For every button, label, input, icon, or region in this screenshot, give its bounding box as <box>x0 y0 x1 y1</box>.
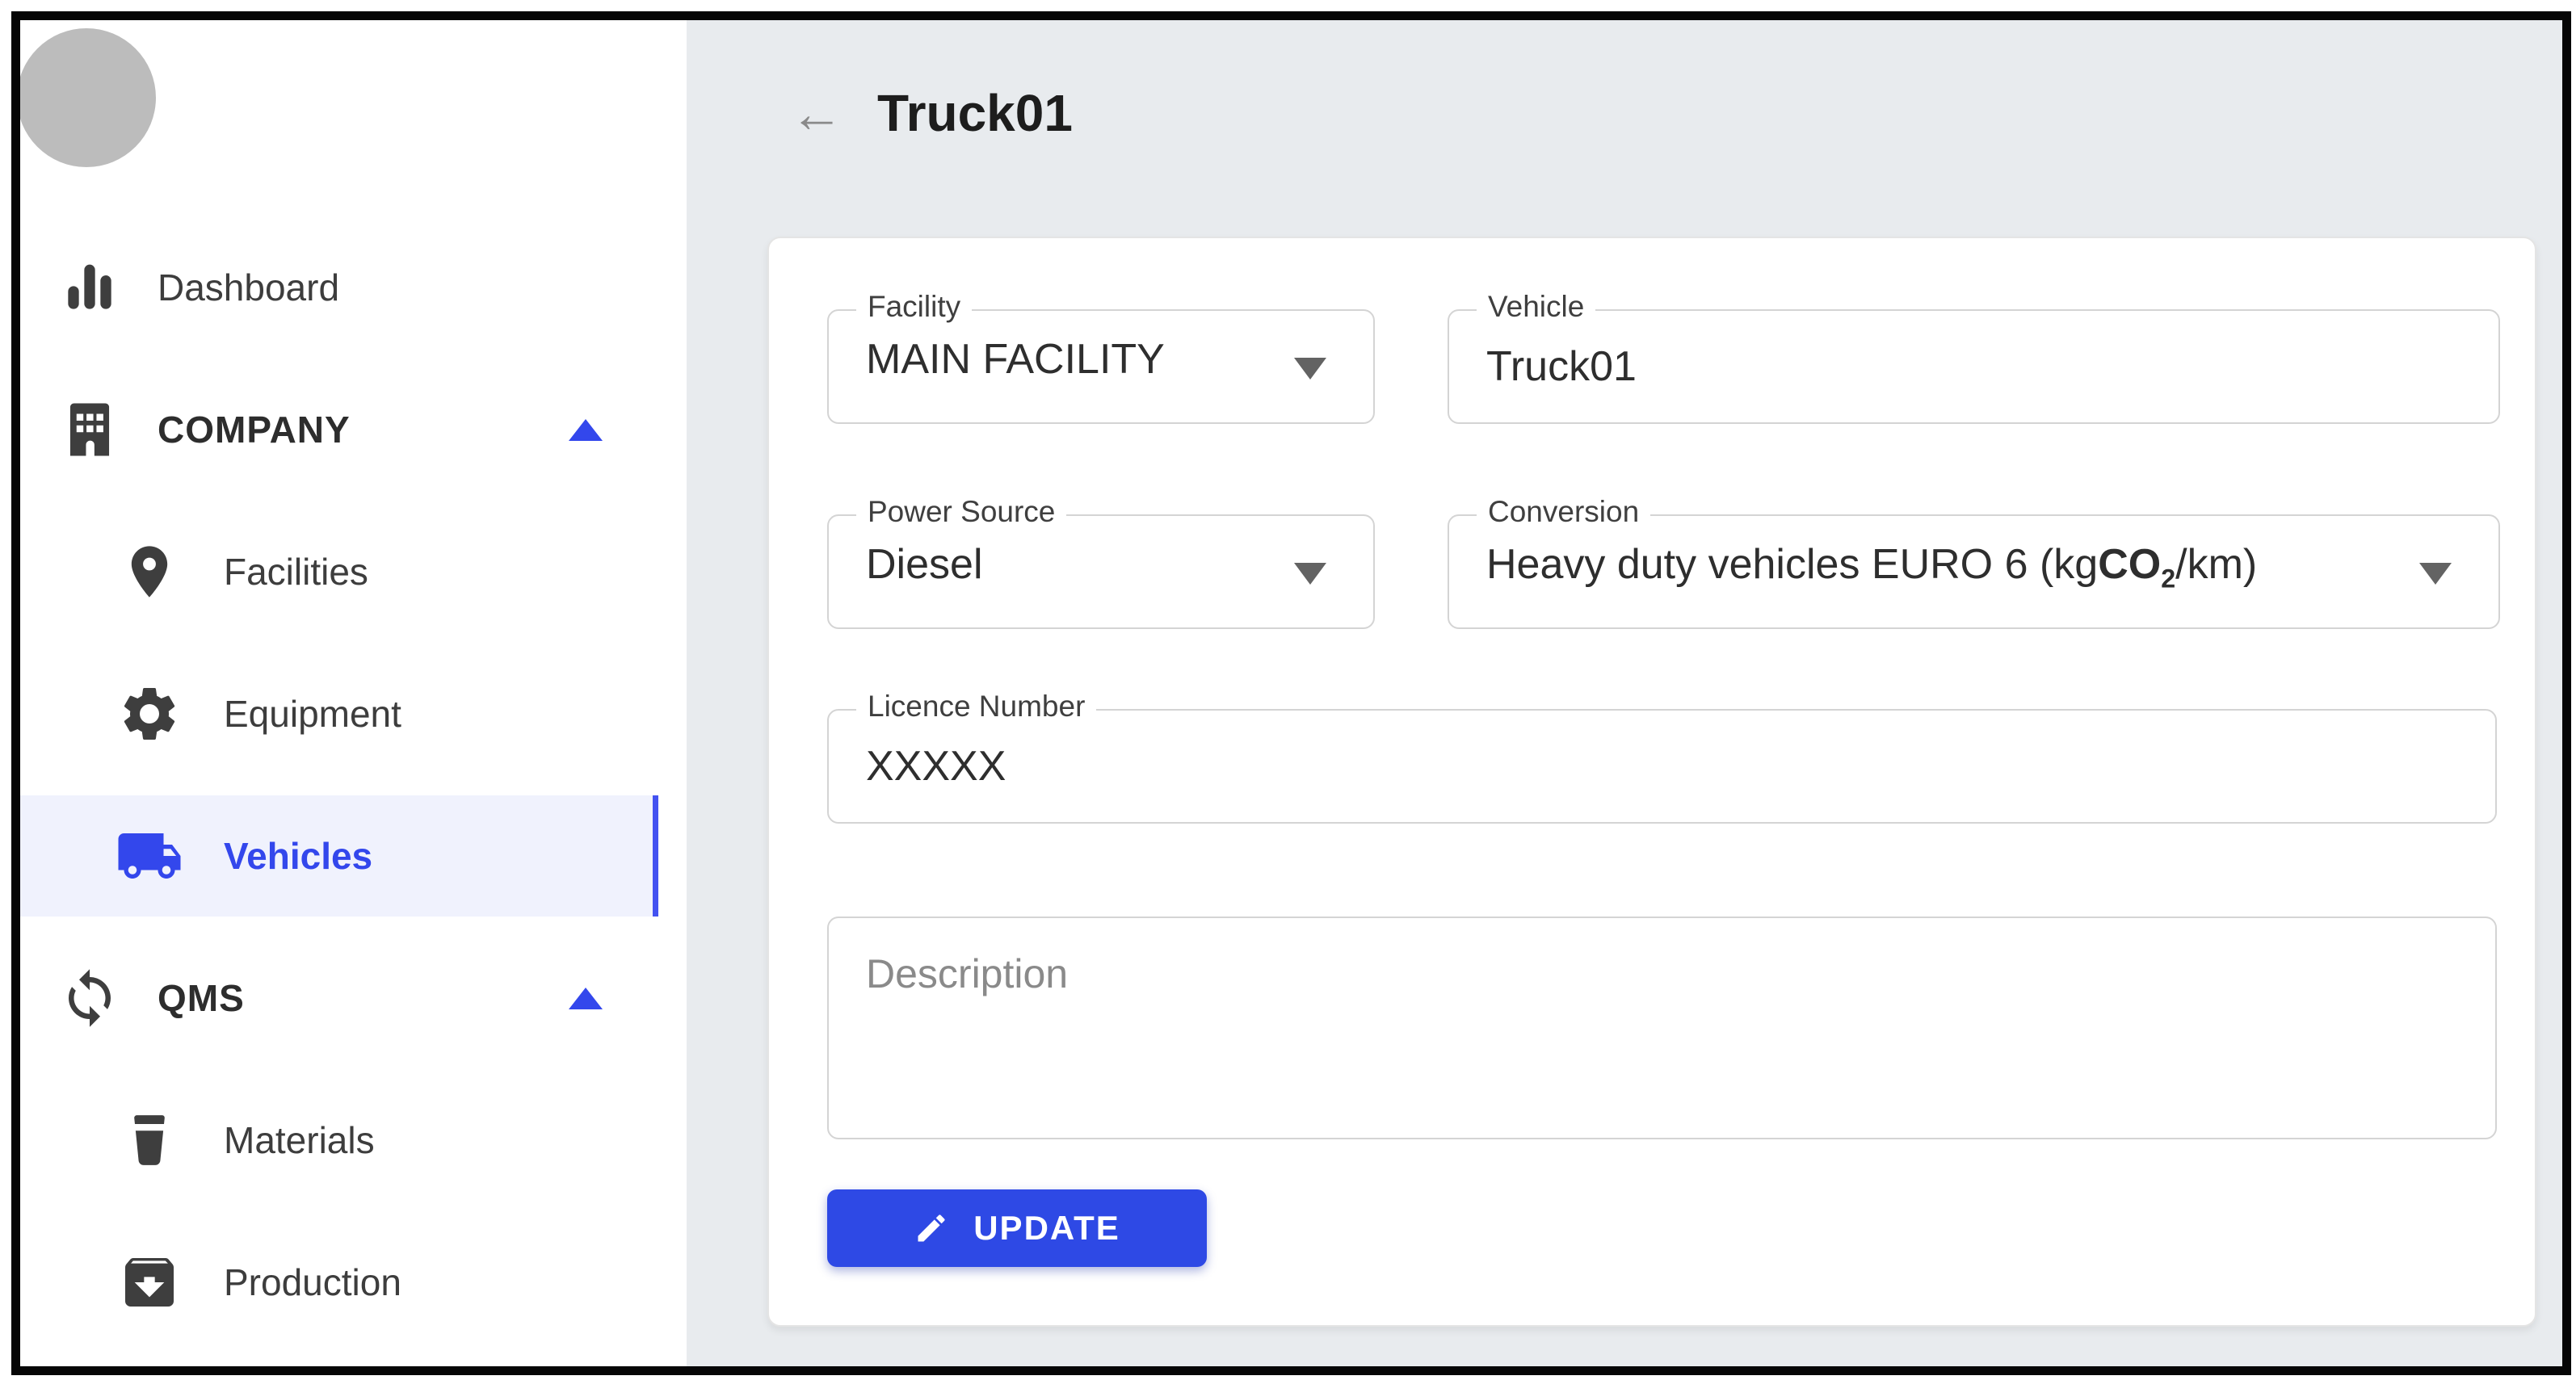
recycle-icon <box>56 967 124 1030</box>
back-arrow-icon[interactable]: ← <box>790 85 843 141</box>
power-source-label: Power Source <box>856 495 1067 529</box>
bar-chart-icon <box>56 255 124 320</box>
sidebar-item-production[interactable]: Production <box>20 1222 687 1343</box>
sidebar-item-label: Vehicles <box>224 835 373 877</box>
chevron-down-icon <box>1294 358 1326 380</box>
sidebar-item-label: QMS <box>158 977 245 1019</box>
update-button-label: UPDATE <box>973 1209 1120 1247</box>
sidebar: Dashboard COMPANY Facilities Equipment V… <box>20 20 687 1366</box>
sidebar-item-materials[interactable]: Materials <box>20 1080 687 1201</box>
sidebar-item-dashboard[interactable]: Dashboard <box>20 227 687 348</box>
sidebar-item-label: Materials <box>224 1119 375 1161</box>
avatar[interactable] <box>20 28 156 167</box>
triangle-up-icon[interactable] <box>569 988 603 1009</box>
facility-label: Facility <box>856 290 973 324</box>
truck-icon <box>116 817 183 895</box>
sidebar-item-vehicles[interactable]: Vehicles <box>20 795 658 917</box>
app-window: Dashboard COMPANY Facilities Equipment V… <box>11 11 2571 1375</box>
sidebar-item-label: Production <box>224 1261 401 1303</box>
chevron-down-icon <box>2419 563 2452 585</box>
sidebar-item-label: COMPANY <box>158 409 351 451</box>
conversion-select[interactable]: Conversion Heavy duty vehicles EURO 6 (k… <box>1448 495 2500 629</box>
sidebar-item-label: Equipment <box>224 693 401 735</box>
page-title: Truck01 <box>877 84 1073 142</box>
power-source-select[interactable]: Power Source Diesel <box>827 495 1375 629</box>
description-textarea[interactable] <box>827 917 2497 1139</box>
page-header: ← Truck01 <box>790 85 2562 141</box>
sidebar-nav: Dashboard COMPANY Facilities Equipment V… <box>20 227 687 1343</box>
gear-icon <box>116 682 183 746</box>
licence-number-input[interactable] <box>866 711 2468 843</box>
facility-select[interactable]: Facility MAIN FACILITY <box>827 290 1375 424</box>
cup-icon <box>116 1110 183 1170</box>
conversion-label: Conversion <box>1477 495 1651 529</box>
pencil-icon <box>914 1210 949 1246</box>
archive-icon <box>116 1250 183 1315</box>
building-icon <box>56 398 124 461</box>
licence-number-field: Licence Number <box>827 690 2497 843</box>
sidebar-item-company[interactable]: COMPANY <box>20 369 687 490</box>
chevron-down-icon <box>1294 563 1326 585</box>
vehicle-form-card: Facility MAIN FACILITY Vehicle Power Sou… <box>767 237 2536 1327</box>
vehicle-field: Vehicle <box>1448 290 2500 443</box>
sidebar-item-qms[interactable]: QMS <box>20 937 687 1059</box>
main-content: ← Truck01 Facility MAIN FACILITY Vehicle… <box>687 20 2562 1366</box>
triangle-up-icon[interactable] <box>569 419 603 441</box>
sidebar-item-label: Facilities <box>224 551 368 593</box>
sidebar-item-label: Dashboard <box>158 266 340 308</box>
sidebar-item-facilities[interactable]: Facilities <box>20 511 687 632</box>
sidebar-item-equipment[interactable]: Equipment <box>20 653 687 774</box>
location-pin-icon <box>116 541 183 602</box>
vehicle-input[interactable] <box>1486 311 2471 443</box>
update-button[interactable]: UPDATE <box>827 1189 1207 1267</box>
